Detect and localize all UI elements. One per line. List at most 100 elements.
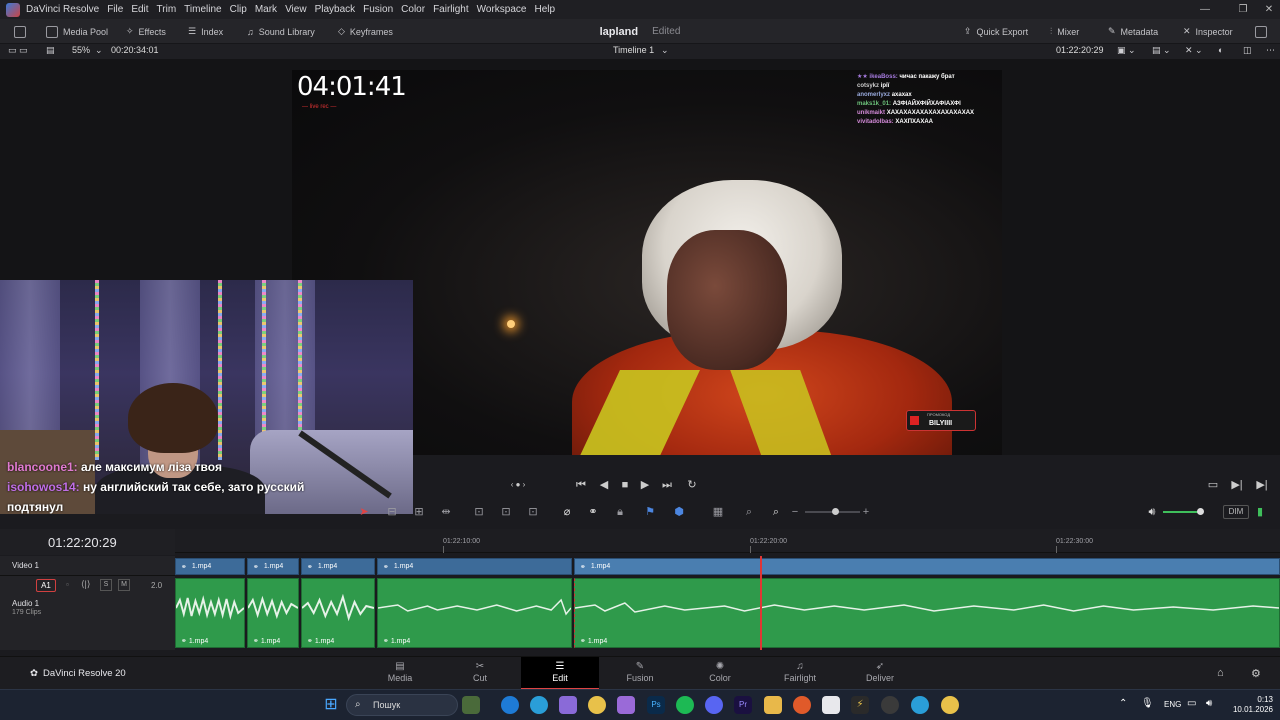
end-clip-icon[interactable]: ▶| <box>1254 477 1270 493</box>
dim-button[interactable]: DIM <box>1223 505 1249 519</box>
video-track-header[interactable]: Video 1 <box>0 556 175 576</box>
more-options-icon[interactable]: ⋯ <box>1266 45 1275 56</box>
page-media[interactable]: ▤ Media <box>361 657 439 690</box>
sound-library-button[interactable]: ♫ Sound Library <box>247 19 315 44</box>
clock[interactable]: 0:13 10.01.2026 <box>1228 695 1273 715</box>
workflow-icon[interactable]: ◐ <box>1218 45 1223 55</box>
menu-workspace[interactable]: Workspace <box>477 4 527 15</box>
firefox-icon[interactable] <box>793 696 811 714</box>
media-pool-button[interactable]: Media Pool <box>46 19 108 44</box>
next-clip-icon[interactable]: ▶| <box>1229 477 1245 493</box>
microphone-icon[interactable]: 🎙︎ <box>1141 698 1154 709</box>
timeline-ruler[interactable]: 01:22:10:00 01:22:20:00 01:22:30:00 <box>175 529 1280 553</box>
zoom-select[interactable]: 55% <box>72 45 90 55</box>
menu-file[interactable]: File <box>107 4 123 15</box>
audio-track-header[interactable]: A1 ▫ ⟨|⟩ S M 2.0 Audio 1 179 Clips <box>0 576 175 650</box>
play-icon[interactable]: ▶ <box>637 477 653 493</box>
jog-control-icon[interactable]: ‹ ● › <box>510 477 526 493</box>
settings-icon[interactable]: ⚙ <box>1251 667 1261 680</box>
video-clip[interactable]: ⚭ 1.mp4 <box>574 558 1280 575</box>
zoom-slider-handle[interactable] <box>832 508 839 515</box>
page-fairlight[interactable]: ♫ Fairlight <box>761 657 839 690</box>
audio-clip[interactable]: ⚭ 1.mp4 <box>247 578 299 648</box>
fullscreen-icon[interactable] <box>1255 19 1267 44</box>
volume-icon[interactable]: 🔊︎ <box>1144 504 1160 520</box>
page-color[interactable]: ✺ Color <box>681 657 759 690</box>
dynamic-trim-icon[interactable]: ⊞ <box>411 504 427 520</box>
timeline-name[interactable]: Timeline 1 <box>613 45 654 55</box>
audio-clip[interactable]: ⚭ 1.mp4 <box>377 578 572 648</box>
snapping-icon[interactable]: ⌀ <box>559 504 575 520</box>
discord-icon[interactable] <box>705 696 723 714</box>
go-to-end-icon[interactable]: ⏭ <box>659 477 675 493</box>
taskbar-search[interactable]: ⌕ Пошук <box>346 694 458 716</box>
premiere-icon[interactable]: Pr <box>734 696 752 714</box>
app-icon[interactable] <box>617 696 635 714</box>
zoom-out-icon[interactable]: − <box>787 504 803 520</box>
menu-clip[interactable]: Clip <box>230 4 247 15</box>
detail-zoom-icon[interactable]: ⌕ <box>741 504 757 520</box>
video-clip[interactable]: ⚭ 1.mp4 <box>377 558 572 575</box>
photoshop-icon[interactable]: Ps <box>647 696 665 714</box>
metadata-button[interactable]: ✎ Metadata <box>1108 19 1158 44</box>
blade-tool-icon[interactable]: ⇹ <box>438 504 454 520</box>
video-clip[interactable]: ⚭ 1.mp4 <box>175 558 245 575</box>
split-view-icon[interactable]: ◫ <box>1243 45 1252 56</box>
zoom-in-icon[interactable]: + <box>858 504 874 520</box>
replace-clip-icon[interactable]: ⊡ <box>525 504 541 520</box>
volume-icon[interactable]: 🔊︎ <box>1206 698 1212 709</box>
menu-app[interactable]: DaVinci Resolve <box>26 4 99 15</box>
overwrite-clip-icon[interactable]: ⊡ <box>498 504 514 520</box>
effects-button[interactable]: ✧ Effects <box>126 19 166 44</box>
explorer-icon[interactable] <box>764 696 782 714</box>
volume-slider-handle[interactable] <box>1197 508 1204 515</box>
widget-icon[interactable] <box>462 696 480 714</box>
start-icon[interactable]: ⊞ <box>322 696 340 714</box>
menu-color[interactable]: Color <box>401 4 425 15</box>
notepad-icon[interactable] <box>822 696 840 714</box>
linked-selection-icon[interactable]: ⚭ <box>585 504 601 520</box>
menu-view[interactable]: View <box>285 4 307 15</box>
minimize-icon[interactable]: — <box>1190 0 1220 19</box>
play-reverse-icon[interactable]: ◀ <box>596 477 612 493</box>
chrome-icon[interactable] <box>588 696 606 714</box>
layout-icon[interactable] <box>14 19 26 44</box>
menu-fairlight[interactable]: Fairlight <box>433 4 469 15</box>
go-to-start-icon[interactable]: ⏮ <box>573 477 589 493</box>
safe-area-icon[interactable]: ▤ ⌄ <box>1152 45 1171 56</box>
position-lock-icon[interactable]: 🔒︎ <box>612 504 628 520</box>
audio-track-badge[interactable]: A1 <box>36 579 56 592</box>
full-extent-zoom-icon[interactable]: ▦ <box>710 504 726 520</box>
marker-icon[interactable]: ⬢ <box>671 504 687 520</box>
inspector-button[interactable]: ✕ Inspector <box>1183 19 1233 44</box>
page-cut[interactable]: ✂ Cut <box>441 657 519 690</box>
tray-chevron-icon[interactable]: ⌃ <box>1119 698 1127 709</box>
edge-icon[interactable] <box>501 696 519 714</box>
close-icon[interactable]: ✕ <box>1254 0 1280 19</box>
home-icon[interactable]: ⌂ <box>1217 667 1224 679</box>
timeline-chevron-icon[interactable]: ⌄ <box>661 45 669 56</box>
flag-icon[interactable]: ⚑ <box>642 504 658 520</box>
solo-icon[interactable]: S <box>100 579 112 591</box>
transform-icon[interactable]: ✕ ⌄ <box>1185 45 1203 56</box>
trim-tool-icon[interactable]: ⊟ <box>384 504 400 520</box>
mixer-button[interactable]: ⫶ Mixer <box>1050 19 1079 44</box>
menu-fusion[interactable]: Fusion <box>363 4 393 15</box>
menu-edit[interactable]: Edit <box>131 4 148 15</box>
timeline-viewer[interactable]: 04:01:41 — live rec — ★★ ikeaBoss: чичас… <box>0 59 1280 514</box>
obs-icon[interactable] <box>881 696 899 714</box>
keyframes-button[interactable]: ◇ Keyframes <box>338 19 393 44</box>
chrome-icon[interactable] <box>941 696 959 714</box>
quick-export-button[interactable]: ⇪ Quick Export <box>964 19 1028 44</box>
menu-help[interactable]: Help <box>534 4 555 15</box>
clip-viewer-icon[interactable]: ▤ <box>46 45 55 56</box>
stop-icon[interactable]: ■ <box>617 477 633 493</box>
telegram-icon[interactable] <box>911 696 929 714</box>
timeline-tracks[interactable]: ⚭ 1.mp4 ⚭ 1.mp4 ⚭ 1.mp4 ⚭ 1.mp4 ⚭ 1.mp4 ⚭ 1.m… <box>175 556 1280 650</box>
custom-zoom-icon[interactable]: ⌕ <box>768 504 784 520</box>
match-frame-icon[interactable]: ▭ <box>1205 477 1221 493</box>
page-deliver[interactable]: ➶ Deliver <box>841 657 919 690</box>
menu-mark[interactable]: Mark <box>255 4 277 15</box>
network-icon[interactable]: ▭ <box>1187 698 1196 709</box>
spotify-icon[interactable] <box>676 696 694 714</box>
